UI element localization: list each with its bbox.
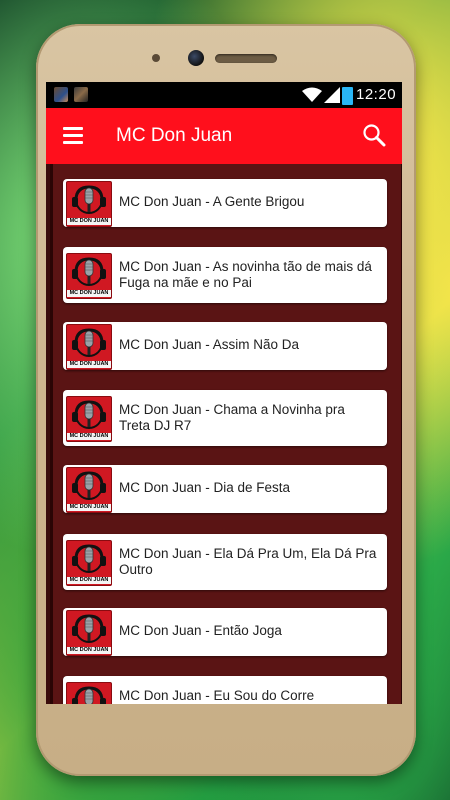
song-list-item[interactable]: MC DON JUAN MC Don Juan - Assim Não Da [63, 322, 387, 370]
song-title: MC Don Juan - Dia de Festa [119, 480, 291, 495]
signal-icon [324, 87, 340, 103]
song-title: MC Don Juan - A Gente Brigou [119, 194, 305, 209]
status-time: 12:20 [356, 86, 397, 103]
song-list-item[interactable]: MC DON JUAN MC Don Juan - Eu Sou do Corre [63, 676, 387, 704]
album-thumbnail-icon: MC DON JUAN [66, 610, 112, 656]
album-thumbnail-icon: MC DON JUAN [66, 253, 112, 299]
song-title: MC Don Juan - Eu Sou do Corre [119, 688, 315, 703]
song-title: MC Don Juan - Assim Não Da [119, 337, 300, 352]
hamburger-menu-icon[interactable] [63, 127, 83, 144]
song-list[interactable]: MC DON JUAN MC Don Juan - A Gente Brigou M… [50, 164, 402, 704]
proximity-sensor [152, 54, 160, 62]
song-title: MC Don Juan - Então Joga [119, 623, 282, 638]
phone-screen: 12:20 MC Don Juan MC DON JUAN MC Don Juan… [46, 82, 402, 704]
song-title: MC Don Juan - Ela Dá Pra Um, Ela Dá Pra … [119, 546, 377, 577]
thumbnail-label: MC DON JUAN [67, 218, 111, 225]
notification-thumbnail-icon [74, 87, 88, 102]
wifi-icon [302, 87, 322, 102]
thumbnail-label: MC DON JUAN [67, 361, 111, 368]
thumbnail-label: MC DON JUAN [67, 647, 111, 654]
song-title: MC Don Juan - As novinha tão de mais dá … [119, 259, 372, 290]
album-thumbnail-icon: MC DON JUAN [66, 181, 112, 227]
song-list-item[interactable]: MC DON JUAN MC Don Juan - Chama a Novinha… [63, 390, 387, 446]
song-list-item[interactable]: MC DON JUAN MC Don Juan - Então Joga [63, 608, 387, 656]
app-bar: MC Don Juan [46, 108, 402, 164]
front-camera [188, 50, 204, 66]
song-title: MC Don Juan - Chama a Novinha pra Treta … [119, 402, 345, 433]
song-list-item[interactable]: MC DON JUAN MC Don Juan - Dia de Festa [63, 465, 387, 513]
album-thumbnail-icon: MC DON JUAN [66, 324, 112, 370]
song-list-item[interactable]: MC DON JUAN MC Don Juan - A Gente Brigou [63, 179, 387, 227]
song-list-item[interactable]: MC DON JUAN MC Don Juan - As novinha tão … [63, 247, 387, 303]
album-thumbnail-icon: MC DON JUAN [66, 540, 112, 586]
thumbnail-label: MC DON JUAN [67, 577, 111, 584]
earpiece-speaker [215, 54, 277, 63]
album-thumbnail-icon: MC DON JUAN [66, 467, 112, 513]
notification-thumbnail-icon [54, 87, 68, 102]
thumbnail-label: MC DON JUAN [67, 504, 111, 511]
album-thumbnail-icon: MC DON JUAN [66, 682, 112, 704]
song-list-item[interactable]: MC DON JUAN MC Don Juan - Ela Dá Pra Um, … [63, 534, 387, 590]
thumbnail-label: MC DON JUAN [67, 433, 111, 440]
thumbnail-label: MC DON JUAN [67, 290, 111, 297]
search-icon[interactable] [362, 123, 386, 147]
bottom-bezel [46, 704, 402, 744]
album-thumbnail-icon: MC DON JUAN [66, 396, 112, 442]
status-bar: 12:20 [46, 82, 402, 108]
app-title: MC Don Juan [116, 125, 233, 146]
battery-charging-icon [342, 87, 353, 105]
